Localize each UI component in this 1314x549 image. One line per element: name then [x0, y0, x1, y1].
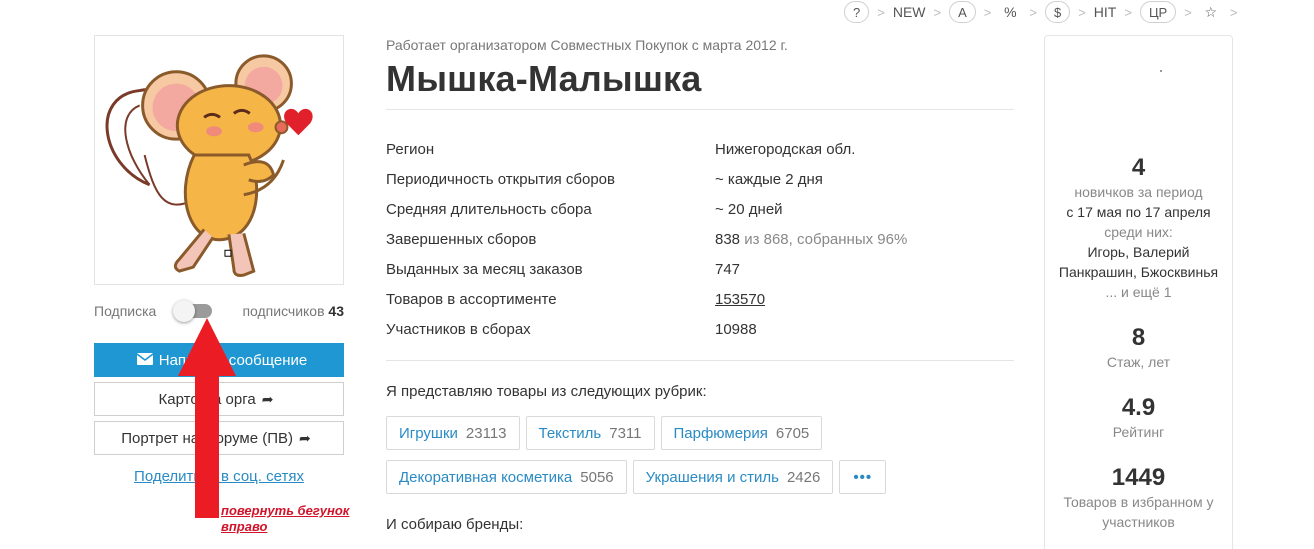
newcomers-names-1: Игорь, Валерий	[1087, 244, 1190, 260]
annotation-note: повернуть бегунок вправо	[221, 503, 349, 535]
favorites-stat: 1449 Товаров в избранном у участников	[1045, 464, 1232, 532]
topnav-item[interactable]: %	[999, 1, 1021, 23]
organizer-stats: Регион Нижегородская обл. Периодичность от…	[386, 134, 1014, 344]
newcomers-among: среди них:	[1104, 224, 1173, 240]
stat-value: Нижегородская обл.	[715, 140, 856, 158]
experience-value: 8	[1131, 324, 1146, 351]
mouse-sticker-image	[105, 54, 313, 277]
rating-value: 4.9	[1121, 394, 1156, 421]
subscribers-count: подписчиков 43	[242, 303, 344, 319]
rubric-name: Декоративная косметика	[399, 468, 573, 486]
rubric-tag[interactable]: Текстиль 7311	[525, 416, 655, 450]
topnav-separator: >	[1124, 4, 1132, 20]
favorites-label-2: участников	[1102, 514, 1175, 530]
rating-stat: 4.9 Рейтинг	[1045, 394, 1232, 442]
more-rubrics-button[interactable]: •••	[839, 460, 887, 494]
organizer-avatar	[94, 35, 344, 285]
share-arrow-icon: ➦	[299, 429, 311, 446]
stat-key: Товаров в ассортименте	[386, 290, 557, 308]
stat-extra: из 868, собранных 96%	[740, 230, 908, 248]
newcomers-period: с 17 мая по 17 апреля	[1066, 204, 1211, 220]
newcomers-value: 4	[1131, 154, 1146, 181]
topnav-item[interactable]: NEW	[893, 1, 926, 23]
subscription-toggle[interactable]	[173, 300, 213, 322]
annotation-arrow	[178, 318, 236, 518]
newcomers-label: новичков за период	[1074, 184, 1203, 200]
rubric-tags: Игрушки 23113 Текстиль 7311 Парфюмерия 6705 Де…	[386, 416, 986, 494]
rating-label: Рейтинг	[1112, 424, 1165, 440]
newcomers-more[interactable]: ... и ещё 1	[1045, 282, 1232, 302]
rubric-tag[interactable]: Игрушки 23113	[386, 416, 520, 450]
rubric-name: Текстиль	[538, 424, 602, 442]
rubric-count: 6705	[775, 424, 810, 442]
page-title: Мышка-Малышка	[386, 58, 702, 99]
subscribers-label: подписчиков	[242, 303, 325, 319]
stat-row: Выданных за месяц заказов 747	[386, 254, 1014, 284]
topnav-separator: >	[1029, 4, 1037, 20]
divider	[386, 360, 1014, 361]
rubric-count: 2426	[786, 468, 821, 486]
stat-row: Товаров в ассортименте 153570	[386, 284, 1014, 314]
rubrics-title: Я представляю товары из следующих рубрик…	[386, 383, 707, 400]
topnav-separator: >	[1184, 4, 1192, 20]
experience-label: Стаж, лет	[1106, 354, 1171, 370]
topnav-item[interactable]: ?	[844, 1, 870, 23]
topnav-separator: >	[1229, 4, 1238, 20]
rubric-name: Парфюмерия	[673, 424, 768, 442]
panel-dot	[1160, 70, 1162, 72]
stat-row: Регион Нижегородская обл.	[386, 134, 1014, 164]
experience-stat: 8 Стаж, лет	[1045, 324, 1232, 372]
rubric-tag[interactable]: Декоративная косметика 5056	[386, 460, 627, 494]
topnav-separator: >	[877, 4, 885, 20]
stat-row: Периодичность открытия сборов ~ каждые 2 …	[386, 164, 1014, 194]
brands-title: И собираю бренды:	[386, 516, 524, 533]
stat-value: 10988	[715, 320, 757, 338]
topnav-separator: >	[983, 4, 992, 20]
favorites-label-1: Товаров в избранном у	[1063, 494, 1214, 510]
stat-value: 838	[715, 230, 741, 248]
rubric-tag[interactable]: Украшения и стиль 2426	[632, 460, 834, 494]
stat-value: ~ каждые 2 дня	[715, 170, 823, 188]
topnav-item[interactable]: ЦР	[1139, 1, 1177, 23]
rubric-name: Игрушки	[399, 424, 458, 442]
favorites-value: 1449	[1111, 464, 1166, 491]
stat-key: Регион	[386, 140, 435, 158]
stat-key: Периодичность открытия сборов	[386, 170, 615, 188]
rubric-count: 23113	[465, 424, 507, 442]
newcomers-stat: 4 новичков за период с 17 мая по 17 апре…	[1045, 154, 1232, 302]
envelope-icon	[136, 352, 154, 368]
subscribers-number: 43	[328, 303, 344, 319]
stat-key: Выданных за месяц заказов	[386, 260, 583, 278]
stats-panel: 4 новичков за период с 17 мая по 17 апре…	[1044, 35, 1233, 549]
topnav-separator: >	[1078, 4, 1086, 20]
stat-key: Завершенных сборов	[386, 230, 537, 248]
stat-row: Средняя длительность сбора ~ 20 дней	[386, 194, 1014, 224]
stat-key: Участников в сборах	[386, 320, 531, 338]
divider	[386, 109, 1014, 110]
topnav-item[interactable]: A	[949, 1, 976, 23]
organizer-since: Работает организатором Совместных Покупо…	[386, 37, 788, 53]
annotation-line-1: повернуть бегунок	[221, 503, 350, 518]
share-arrow-icon: ➦	[261, 390, 274, 407]
stat-row: Участников в сборах 10988	[386, 314, 1014, 344]
topnav-item[interactable]: ☆	[1200, 1, 1222, 23]
annotation-line-2: вправо	[221, 519, 268, 534]
rubric-tag[interactable]: Парфюмерия 6705	[660, 416, 823, 450]
stat-value: 747	[715, 260, 741, 278]
stat-row: Завершенных сборов 838 из 868, собранных …	[386, 224, 1014, 254]
rubric-count: 7311	[609, 424, 642, 442]
topnav-item[interactable]: HIT	[1094, 1, 1117, 23]
topnav-item[interactable]: $	[1044, 1, 1071, 23]
topnav-separator: >	[933, 4, 942, 20]
stat-key: Средняя длительность сбора	[386, 200, 592, 218]
newcomers-names-2: Панкрашин, Бжосквинья	[1058, 264, 1219, 280]
rubric-count: 5056	[580, 468, 614, 486]
subscription-label: Подписка	[94, 303, 157, 319]
top-filter-nav: ? > NEW > A >% > $ > HIT > ЦР > ☆ >	[842, 0, 1243, 24]
stat-value: ~ 20 дней	[715, 200, 783, 218]
rubric-name: Украшения и стиль	[645, 468, 779, 486]
stat-value[interactable]: 153570	[715, 291, 765, 308]
